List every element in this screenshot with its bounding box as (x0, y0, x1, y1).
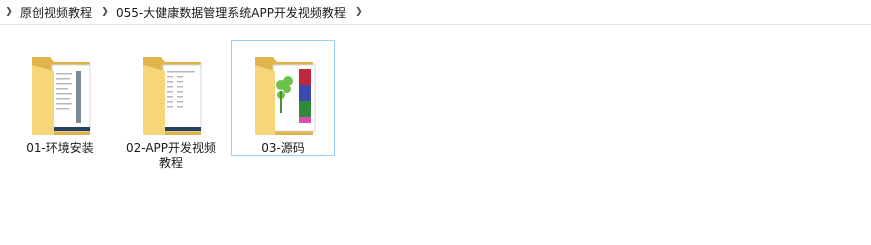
folder-icon (32, 57, 91, 135)
folder-item-source-code[interactable]: 03-源码 (231, 40, 335, 156)
folder-item-app-video[interactable]: 02-APP开发视频教程 (119, 40, 223, 170)
chevron-right-icon[interactable]: ❯ (2, 7, 16, 17)
folder-list: 01-环境安装 02-APP开发视频教程 03-源码 (0, 40, 871, 170)
folder-label: 01-环境安装 (26, 141, 94, 155)
breadcrumb-item-root[interactable]: 原创视频教程 (16, 4, 96, 21)
chevron-right-icon[interactable]: ❯ (352, 7, 366, 17)
folder-label: 03-源码 (261, 141, 305, 155)
breadcrumb-item-current[interactable]: 055-大健康数据管理系统APP开发视频教程 (112, 4, 350, 21)
breadcrumb: ❯ 原创视频教程 ❯ 055-大健康数据管理系统APP开发视频教程 ❯ (0, 0, 871, 25)
chevron-right-icon[interactable]: ❯ (98, 7, 112, 17)
folder-icon (255, 57, 316, 135)
folder-icon (143, 57, 202, 135)
folder-item-env-install[interactable]: 01-环境安装 (8, 40, 112, 156)
folder-label: 02-APP开发视频教程 (125, 141, 217, 170)
